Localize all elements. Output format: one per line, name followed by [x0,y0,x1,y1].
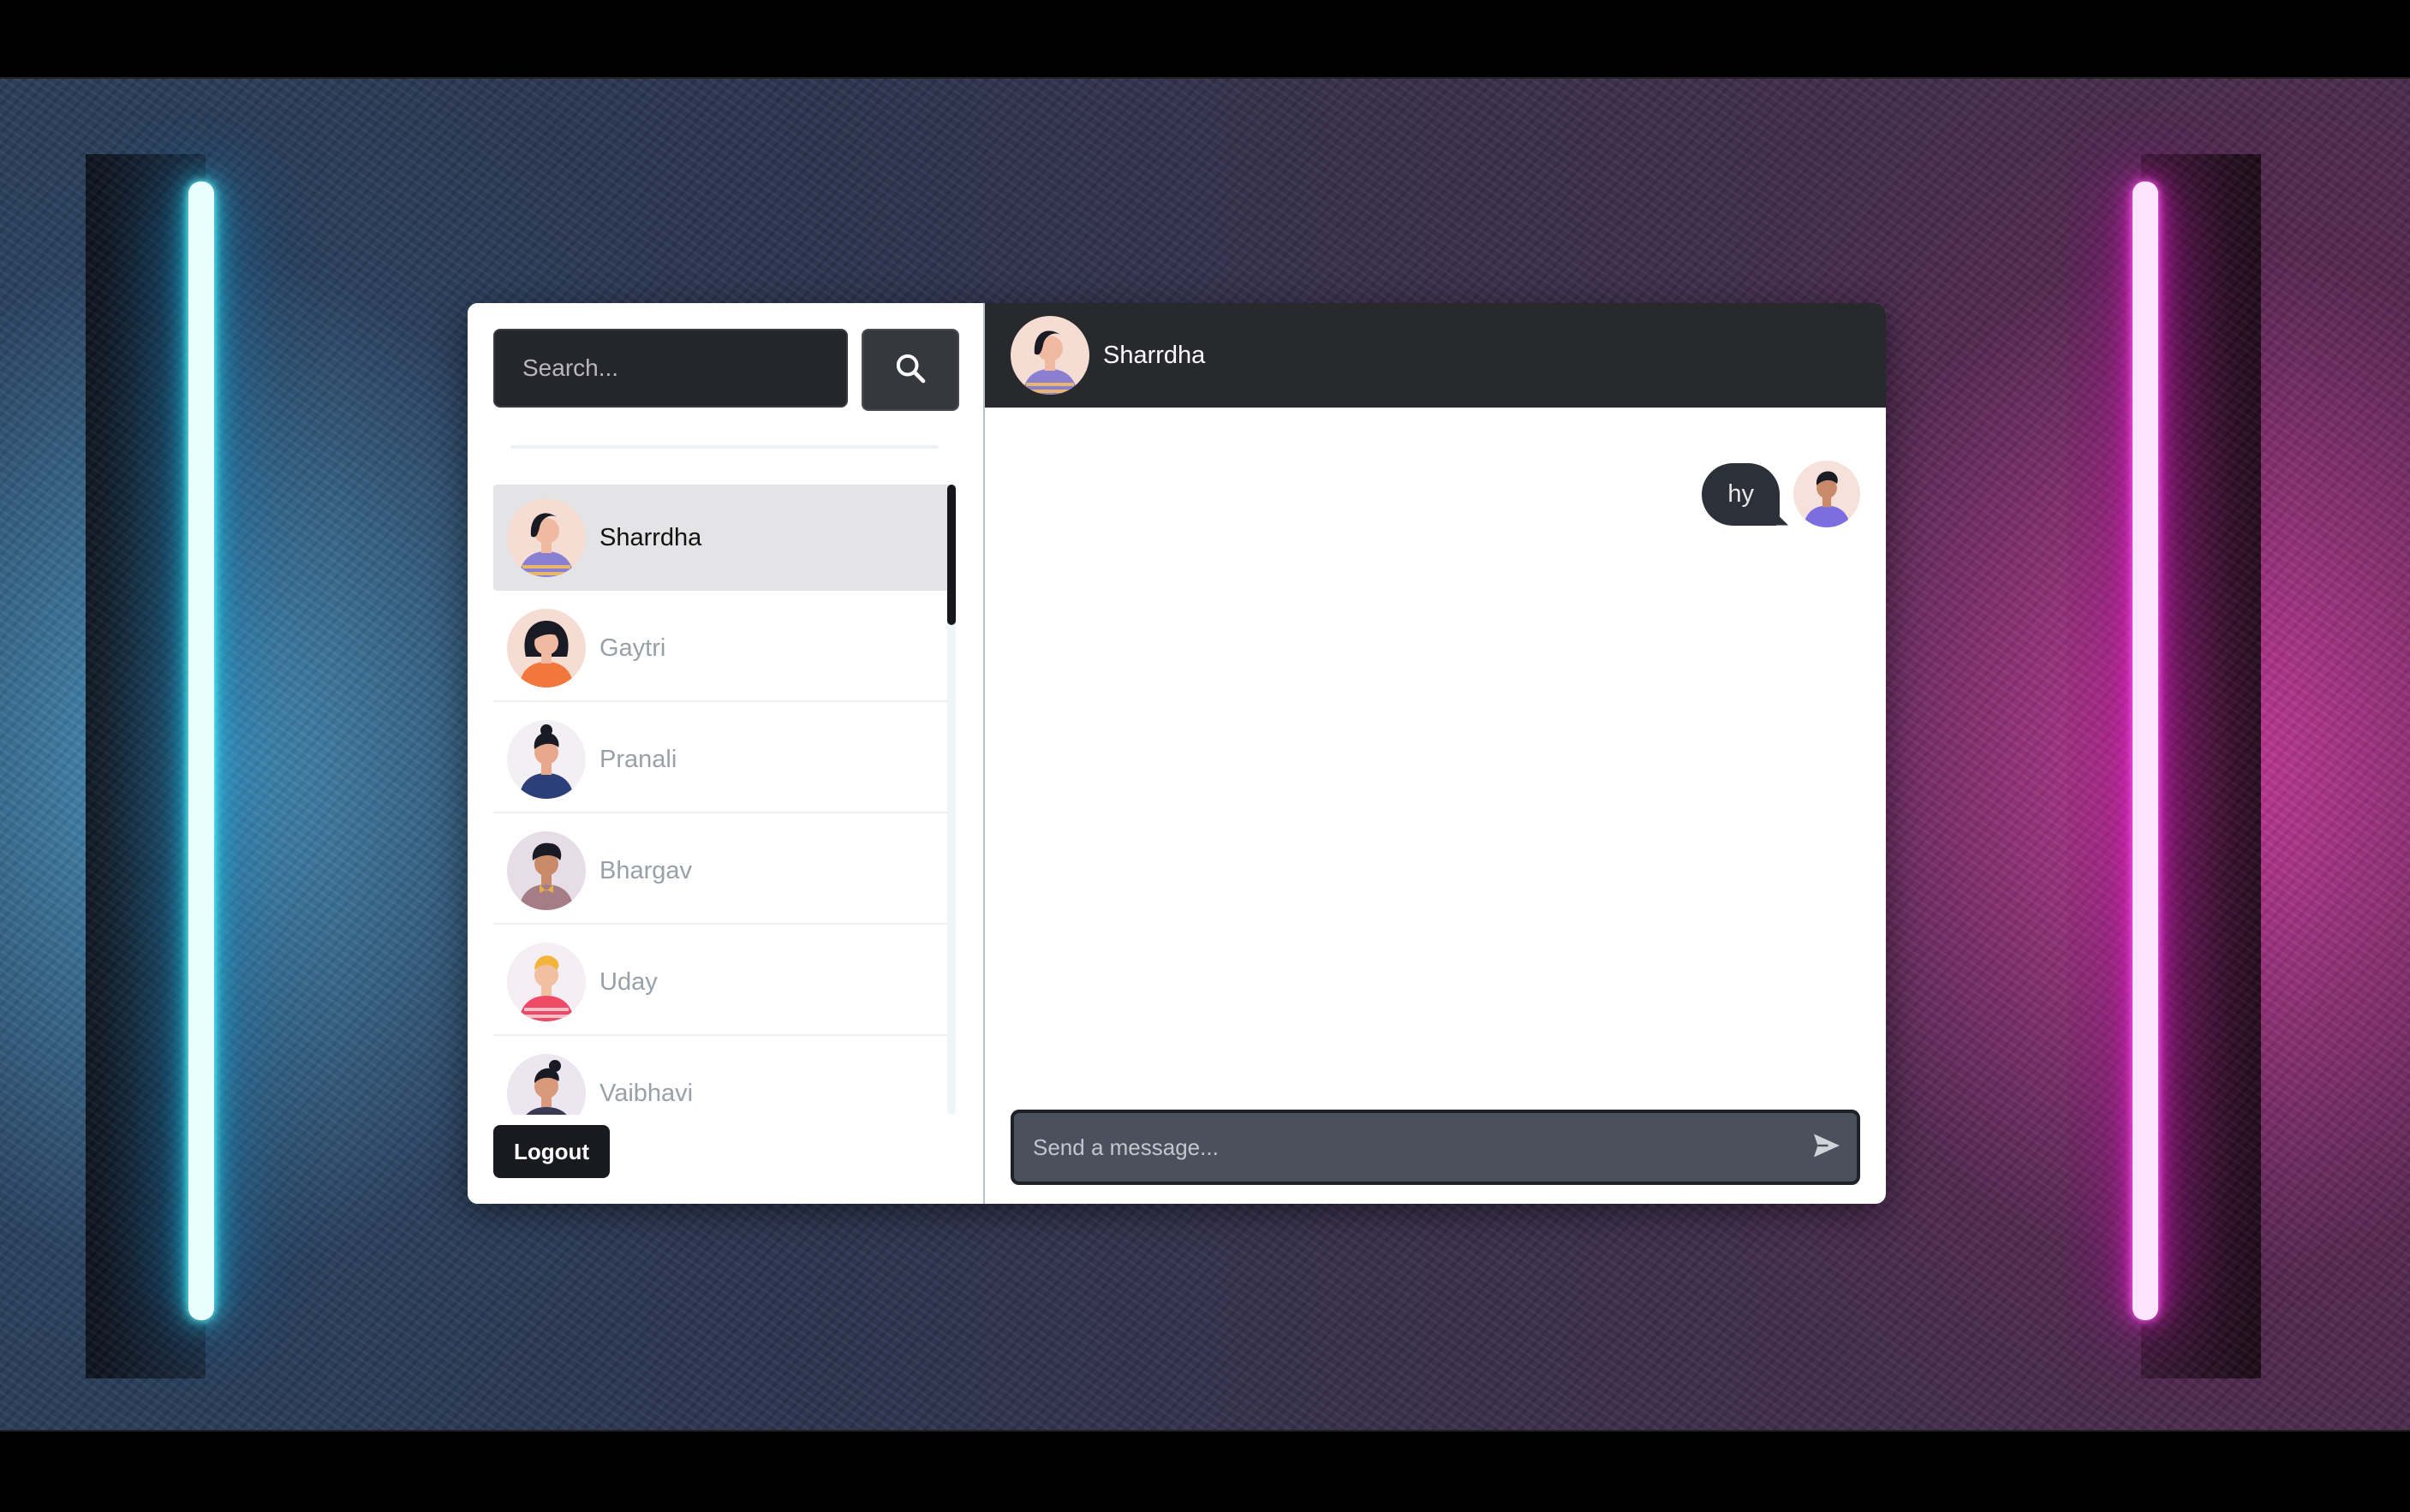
search-input[interactable] [493,329,848,408]
chat-partner-avatar[interactable] [1011,316,1089,395]
left-lamp-housing [86,154,206,1378]
avatar [507,943,586,1021]
contact-item-pranali[interactable]: Pranali [493,707,956,813]
pink-neon-light [2133,182,2158,1320]
chat-app-window: Sharrdha Gaytri [468,303,1886,1204]
chat-panel: Sharrdha hy [985,303,1886,1204]
avatar [507,498,586,577]
sender-avatar [1793,461,1860,527]
message-row: hy [1702,461,1860,527]
contact-item-bhargav[interactable]: Bhargav [493,819,956,925]
avatar [507,609,586,688]
contact-item-gaytri[interactable]: Gaytri [493,596,956,702]
contact-name: Bhargav [600,856,693,884]
avatar [507,831,586,910]
message-bubble: hy [1702,462,1780,526]
send-icon [1811,1130,1842,1165]
chat-partner-name: Sharrdha [1103,341,1206,369]
contact-item-sharrdha[interactable]: Sharrdha [493,485,956,591]
contact-item-uday[interactable]: Uday [493,930,956,1036]
send-button[interactable] [1797,1113,1857,1182]
message-input[interactable] [1014,1113,1797,1182]
message-composer [1011,1110,1860,1185]
letterbox-top [0,0,2410,79]
contact-name: Gaytri [600,634,666,662]
cyan-neon-light [188,182,214,1320]
avatar [507,720,586,799]
sidebar-divider [510,445,939,449]
search-icon [893,351,928,390]
contacts-sidebar: Sharrdha Gaytri [468,303,985,1204]
contact-name: Vaibhavi [600,1079,694,1107]
contact-name: Pranali [600,745,677,773]
logout-button[interactable]: Logout [493,1125,610,1178]
contact-list-scrollbar-thumb[interactable] [947,485,956,625]
letterbox-bottom [0,1430,2410,1512]
avatar [507,1054,586,1115]
contact-item-vaibhavi[interactable]: Vaibhavi [493,1041,956,1115]
chat-header: Sharrdha [985,303,1886,408]
contact-name: Sharrdha [600,523,702,551]
contact-list: Sharrdha Gaytri Pranali Bhargav Uday Vai… [493,485,956,1115]
right-lamp-housing [2141,154,2261,1378]
contact-name: Uday [600,967,658,996]
search-button[interactable] [862,329,959,411]
